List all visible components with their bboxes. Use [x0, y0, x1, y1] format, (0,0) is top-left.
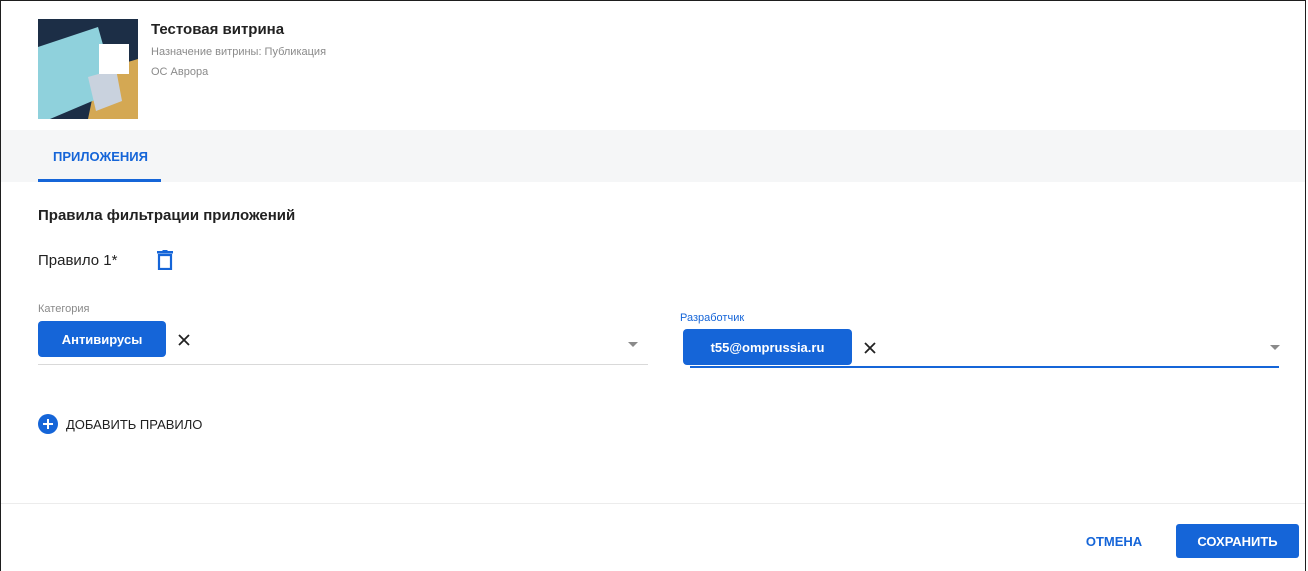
- cancel-button[interactable]: ОТМЕНА: [1071, 524, 1157, 558]
- developer-chip: t55@omprussia.ru: [683, 329, 852, 365]
- add-rule-label: ДОБАВИТЬ ПРАВИЛО: [66, 416, 203, 432]
- close-icon[interactable]: [176, 332, 192, 348]
- category-chip: Антивирусы: [38, 321, 166, 357]
- developer-underline: [690, 366, 1279, 368]
- rule-label: Правило 1*: [38, 252, 118, 269]
- add-rule-button[interactable]: ДОБАВИТЬ ПРАВИЛО: [38, 413, 202, 435]
- store-os: ОС Аврора: [151, 66, 209, 78]
- tabs-bar: ПРИЛОЖЕНИЯ: [1, 130, 1305, 182]
- category-underline: [38, 364, 648, 365]
- tab-active-indicator: [38, 179, 161, 182]
- chevron-down-icon[interactable]: [1270, 345, 1280, 350]
- close-icon[interactable]: [862, 340, 878, 356]
- store-logo-art: [38, 19, 138, 119]
- category-label: Категория: [38, 303, 90, 315]
- developer-label: Разработчик: [680, 312, 745, 324]
- trash-icon[interactable]: [157, 250, 173, 270]
- save-button[interactable]: СОХРАНИТЬ: [1176, 524, 1299, 558]
- section-title: Правила фильтрации приложений: [38, 207, 296, 224]
- store-title: Тестовая витрина: [151, 21, 285, 38]
- store-purpose: Назначение витрины: Публикация: [151, 46, 327, 58]
- store-logo: [38, 19, 138, 119]
- tab-applications[interactable]: ПРИЛОЖЕНИЯ: [39, 130, 162, 182]
- store-header: Тестовая витрина Назначение витрины: Пуб…: [0, 0, 1306, 130]
- footer-divider: [1, 503, 1305, 504]
- add-circle-icon: [38, 414, 58, 434]
- chevron-down-icon[interactable]: [628, 342, 638, 347]
